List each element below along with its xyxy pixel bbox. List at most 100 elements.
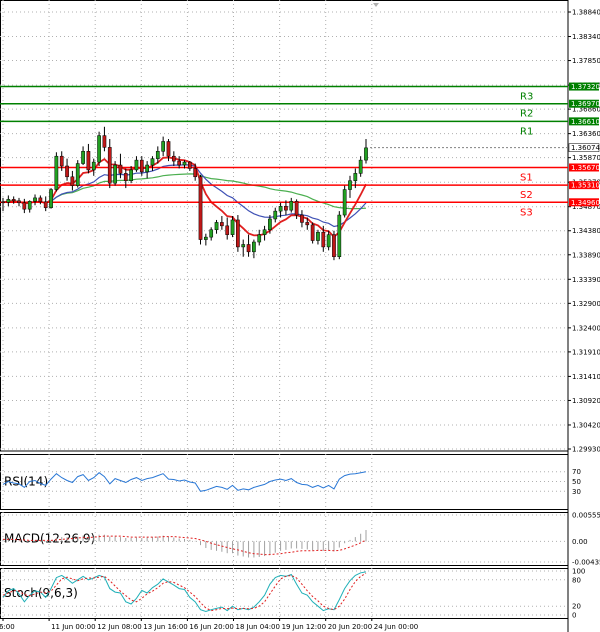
price-panel-frame [0, 0, 569, 452]
candle-body [348, 180, 352, 190]
candle-body [187, 161, 192, 169]
price-tick-label-5: 1.36360 [572, 130, 600, 138]
level-name-r3: R3 [520, 92, 533, 103]
ind2-tick-label: -0.004356 [572, 559, 600, 567]
candle-body [289, 201, 294, 211]
candle-body [204, 236, 208, 240]
forex-chart[interactable]: 1.388401.383401.378501.373501.368601.363… [0, 0, 600, 632]
time-tick-label-2: 12 Jun 08:00 [97, 623, 141, 631]
macd-panel: 0.005556 0.00 -0.004356 MACD(12,26,9) [0, 512, 600, 567]
candle-body [257, 234, 262, 243]
candle-body [86, 151, 91, 171]
level-name-r2: R2 [520, 109, 533, 120]
candle-body [326, 234, 331, 248]
candle-body [321, 231, 326, 248]
level-price-label-s1: 1.35670 [571, 164, 600, 172]
candle-body [123, 173, 128, 181]
candle-body [43, 201, 48, 208]
candle-body [49, 189, 53, 208]
time-tick-label-5: 18 Jun 04:00 [236, 623, 280, 631]
candle-body [198, 176, 203, 240]
candle-body [273, 210, 278, 220]
ind2-tick-label: 0.00 [572, 538, 588, 546]
level-name-s2: S2 [520, 190, 533, 201]
candle-body [6, 199, 11, 203]
time-tick-label-0: 6:00 [0, 623, 15, 631]
candle-body [284, 205, 288, 211]
candle-body [236, 219, 240, 248]
ind3-tick-label: 20 [572, 603, 581, 611]
candle-body [332, 234, 336, 257]
ind3-tick-label: 0 [572, 612, 576, 620]
candle-body [337, 214, 342, 257]
price-tick-label-9: 1.34380 [572, 227, 600, 235]
level-price-label-s2: 1.35310 [571, 182, 600, 190]
price-tick-label-17: 1.30420 [572, 421, 600, 429]
candle-body [75, 163, 80, 186]
candle-body [161, 141, 165, 152]
candle-body [209, 229, 214, 238]
price-tick-label-6: 1.35870 [572, 154, 600, 162]
price-tick-label-14: 1.31910 [572, 348, 600, 356]
candle-body [155, 151, 160, 159]
candle-body [118, 164, 123, 174]
candle-body [134, 159, 139, 171]
candle-body [262, 229, 267, 235]
candle-body [97, 135, 101, 163]
current-price-label: 1.36074 [571, 144, 600, 152]
level-price-label-r1: 1.36610 [571, 118, 600, 126]
candle-body [22, 202, 27, 210]
candle-body [246, 244, 251, 253]
time-tick-label-8: 24 Jun 00:00 [374, 623, 418, 631]
candle-body [278, 205, 283, 212]
candle-body [310, 224, 315, 241]
level-name-s1: S1 [520, 172, 533, 183]
time-tick-label-4: 16 Jun 20:00 [189, 623, 233, 631]
candle-body [241, 244, 246, 248]
price-tick-label-11: 1.33390 [572, 276, 600, 284]
candle-body [358, 159, 363, 174]
candle-body [182, 161, 187, 166]
price-tick-label-2: 1.37850 [572, 57, 600, 65]
time-tick-label-3: 13 Jun 16:00 [143, 623, 187, 631]
ind3-tick-label: 80 [572, 576, 581, 584]
candle-body [70, 176, 75, 186]
candle-body [294, 201, 299, 216]
level-price-label-r2: 1.36970 [571, 100, 600, 108]
price-tick-label-16: 1.30920 [572, 397, 600, 405]
candle-body [171, 155, 176, 162]
candle-body [139, 159, 144, 173]
ind3-tick-label: 100 [572, 568, 585, 576]
candle-body [102, 135, 107, 148]
time-tick-label-1: 11 Jun 00:00 [51, 623, 95, 631]
candle-body [1, 201, 5, 204]
candle-body [225, 225, 230, 235]
price-tick-label-12: 1.32900 [572, 300, 600, 308]
candle-body [305, 222, 310, 226]
level-name-s3: S3 [520, 207, 533, 218]
time-tick-label-7: 20 Jun 20:00 [328, 623, 372, 631]
candle-body [214, 222, 219, 231]
rsi-panel: 70 50 30 RSI(14) [0, 454, 581, 510]
candle-body [364, 147, 368, 161]
candle-body [342, 189, 347, 216]
price-tick-label-13: 1.32400 [572, 324, 600, 332]
ind1-tick-label: 30 [572, 488, 581, 496]
price-tick-label-10: 1.33890 [572, 251, 600, 259]
candle-body [27, 201, 32, 210]
candle-body [268, 218, 272, 231]
price-tick-label-15: 1.31410 [572, 373, 600, 381]
candle-body [300, 214, 304, 223]
candle-body [81, 151, 85, 164]
candle-body [252, 241, 256, 253]
price-tick-label-18: 1.29930 [572, 446, 600, 454]
candle-body [91, 161, 96, 171]
candle-body [38, 197, 43, 203]
candle-body [193, 168, 198, 178]
ind1-tick-label: 50 [572, 478, 581, 486]
candle-body [65, 165, 69, 178]
candle-body [17, 200, 21, 204]
candle-body [145, 164, 149, 173]
ind2-title: MACD(12,26,9) [4, 532, 95, 546]
stoch-panel: 10080200Stoch(9,6,3) [0, 568, 585, 620]
